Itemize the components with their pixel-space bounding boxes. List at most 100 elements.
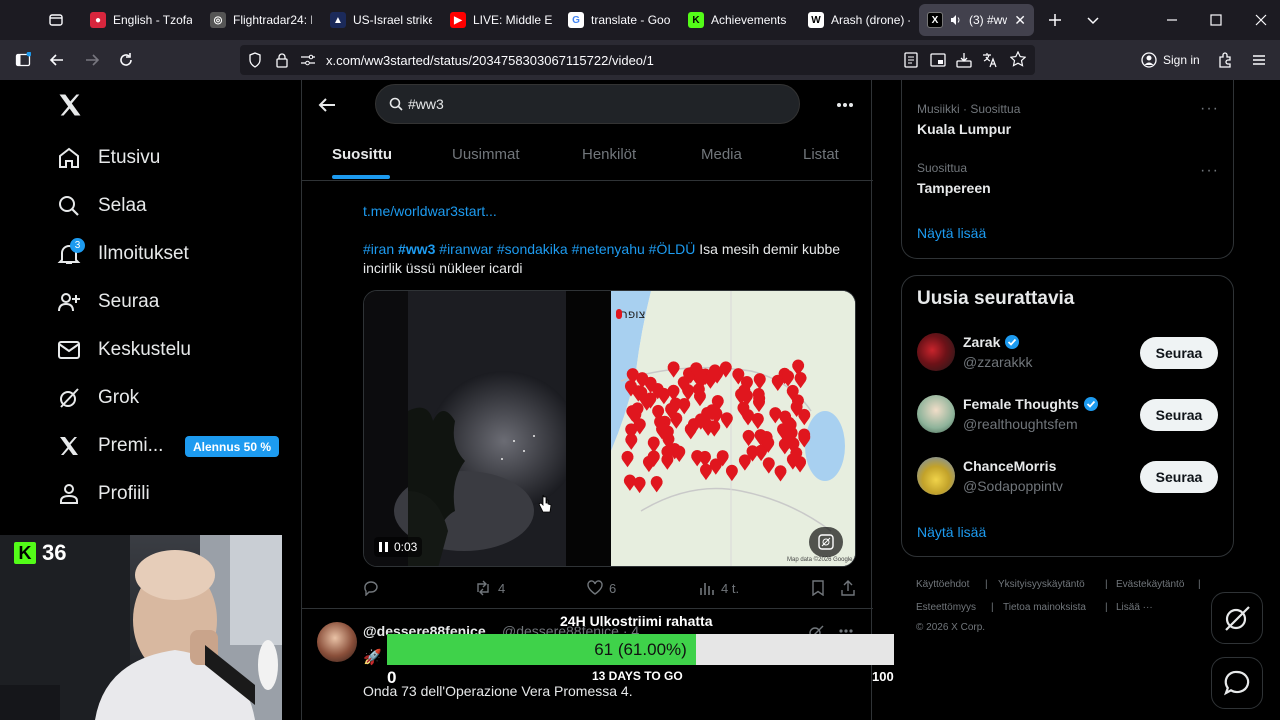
permissions-icon[interactable] [300,53,316,67]
x-logo-icon[interactable] [56,91,86,121]
tab-top[interactable]: Suosittu [332,146,392,163]
new-tab-icon[interactable] [1043,8,1067,32]
sign-in-button[interactable]: Sign in [1135,45,1205,75]
video-time[interactable]: 0:03 [374,537,423,557]
back-arrow-icon[interactable] [318,96,336,114]
divider [302,608,873,609]
footer-link-privacy[interactable]: Yksityisyyskäytäntö [998,579,1085,590]
avatar[interactable] [317,622,357,662]
hashtag-link[interactable]: #sondakika [497,241,568,257]
grok-floating-button[interactable] [1211,592,1263,644]
sidebar-item-messages[interactable]: Keskustelu [56,332,191,368]
translate-icon[interactable] [982,52,998,68]
browser-tab[interactable]: ● English - Tzofar [82,4,200,36]
more-options-icon[interactable] [836,102,854,108]
bookmark-button[interactable] [811,580,825,596]
bookmark-icon [811,580,825,596]
share-button[interactable] [840,580,856,596]
retweet-button[interactable]: 4 [474,580,505,596]
tab-title: LIVE: Middle Ea [473,13,552,27]
follow-handle[interactable]: @zzarakkk [963,354,1032,370]
tab-lists[interactable]: Listat [803,146,839,163]
tab-overview-icon[interactable] [44,8,68,32]
hashtag-link[interactable]: #netenyahu [572,241,645,257]
tab-list-chevron-icon[interactable] [1081,8,1105,32]
retweet-count: 4 [498,580,506,596]
reply-button[interactable] [363,580,385,596]
more-options-icon[interactable]: ··· [1200,162,1219,180]
kick-favicon-icon: K [688,12,704,28]
views-button[interactable]: 4 t. [699,580,739,596]
browser-tab[interactable]: ◎ Flightradar24: L [202,4,320,36]
avatar[interactable] [917,333,955,371]
forward-icon[interactable] [80,48,104,72]
tab-people[interactable]: Henkilöt [582,146,636,163]
reply-icon [363,580,379,596]
hashtag-link[interactable]: #iranwar [439,241,493,257]
tweet-video[interactable]: צופר Map data ©2026 Google 0:03 [363,290,856,567]
tweet-link[interactable]: t.me/worldwar3start... [363,203,497,219]
sidebar-item-home[interactable]: Etusivu [56,140,160,176]
close-window-icon[interactable] [1249,8,1273,32]
follow-handle[interactable]: @realthoughtsfem [963,416,1078,432]
sidebar-item-grok[interactable]: Grok [56,380,139,416]
footer-link-terms[interactable]: Käyttöehdot [916,579,969,590]
browser-tab-active[interactable]: X (3) #ww ✕ [919,4,1034,36]
grok-icon [1223,604,1251,632]
tab-media[interactable]: Media [701,146,742,163]
more-options-icon[interactable]: ··· [1200,100,1219,118]
sidebar-item-follow[interactable]: Seuraa [56,284,159,320]
sidebar-item-premium[interactable]: Premi... [56,428,163,464]
reader-view-icon[interactable] [904,52,918,68]
browser-tab[interactable]: ▶ LIVE: Middle Ea [442,4,560,36]
menu-hamburger-icon[interactable] [1247,48,1271,72]
footer-link-more[interactable]: Lisää ··· [1116,602,1153,613]
trend-name[interactable]: Tampereen [917,180,991,196]
browser-tab[interactable]: K Achievements - [680,4,798,36]
heart-icon [587,580,603,596]
extensions-icon[interactable] [1213,48,1237,72]
trends-show-more-link[interactable]: Näytä lisää [917,225,986,241]
shield-icon[interactable] [248,52,262,68]
save-page-icon[interactable] [956,52,972,68]
sidebar-toggle-icon[interactable] [11,48,35,72]
footer-link-cookies[interactable]: Evästekäytäntö [1116,579,1184,590]
bookmark-star-icon[interactable] [1010,51,1026,67]
browser-tab[interactable]: W Arash (drone) - [800,4,918,36]
messages-floating-button[interactable] [1211,657,1263,709]
follow-handle[interactable]: @Sodapoppintv [963,478,1063,494]
hashtag-link[interactable]: #ÖLDÜ [649,241,696,257]
minimize-icon[interactable] [1160,8,1184,32]
follow-name[interactable]: Female Thoughts [963,396,1099,412]
sidebar-item-profile[interactable]: Profiili [56,476,150,512]
reload-icon[interactable] [114,48,138,72]
avatar[interactable] [917,457,955,495]
url-text[interactable]: x.com/ww3started/status/2034758303067115… [326,53,654,68]
follow-button[interactable]: Seuraa [1140,461,1218,493]
premium-discount-badge[interactable]: Alennus 50 % [185,436,280,457]
url-bar[interactable]: x.com/ww3started/status/2034758303067115… [240,45,1035,75]
search-input[interactable]: #ww3 [375,84,800,124]
hashtag-link[interactable]: #ww3 [398,241,435,257]
tab-latest[interactable]: Uusimmat [452,146,520,163]
maximize-icon[interactable] [1204,8,1228,32]
footer-link-accessibility[interactable]: Esteettömyys [916,602,976,613]
footer-link-ads[interactable]: Tietoa mainoksista [1003,602,1086,613]
lock-icon[interactable] [276,52,288,68]
follow-button[interactable]: Seuraa [1140,337,1218,369]
follow-name[interactable]: Zarak [963,334,1020,350]
trend-name[interactable]: Kuala Lumpur [917,121,1011,137]
browser-tab[interactable]: ▲ US-Israel strikes [322,4,440,36]
like-button[interactable]: 6 [587,580,616,596]
sidebar-item-explore[interactable]: Selaa [56,188,147,224]
close-tab-icon[interactable]: ✕ [1014,12,1026,29]
avatar[interactable] [917,395,955,433]
follow-button[interactable]: Seuraa [1140,399,1218,431]
follow-show-more-link[interactable]: Näytä lisää [917,524,986,540]
hashtag-link[interactable]: #iran [363,241,394,257]
picture-in-picture-icon[interactable] [930,52,946,68]
browser-tab[interactable]: Gtranslate - Goo [560,4,678,36]
follow-name[interactable]: ChanceMorris [963,458,1056,474]
back-icon[interactable] [45,48,69,72]
grok-explain-image-icon[interactable] [809,527,843,557]
